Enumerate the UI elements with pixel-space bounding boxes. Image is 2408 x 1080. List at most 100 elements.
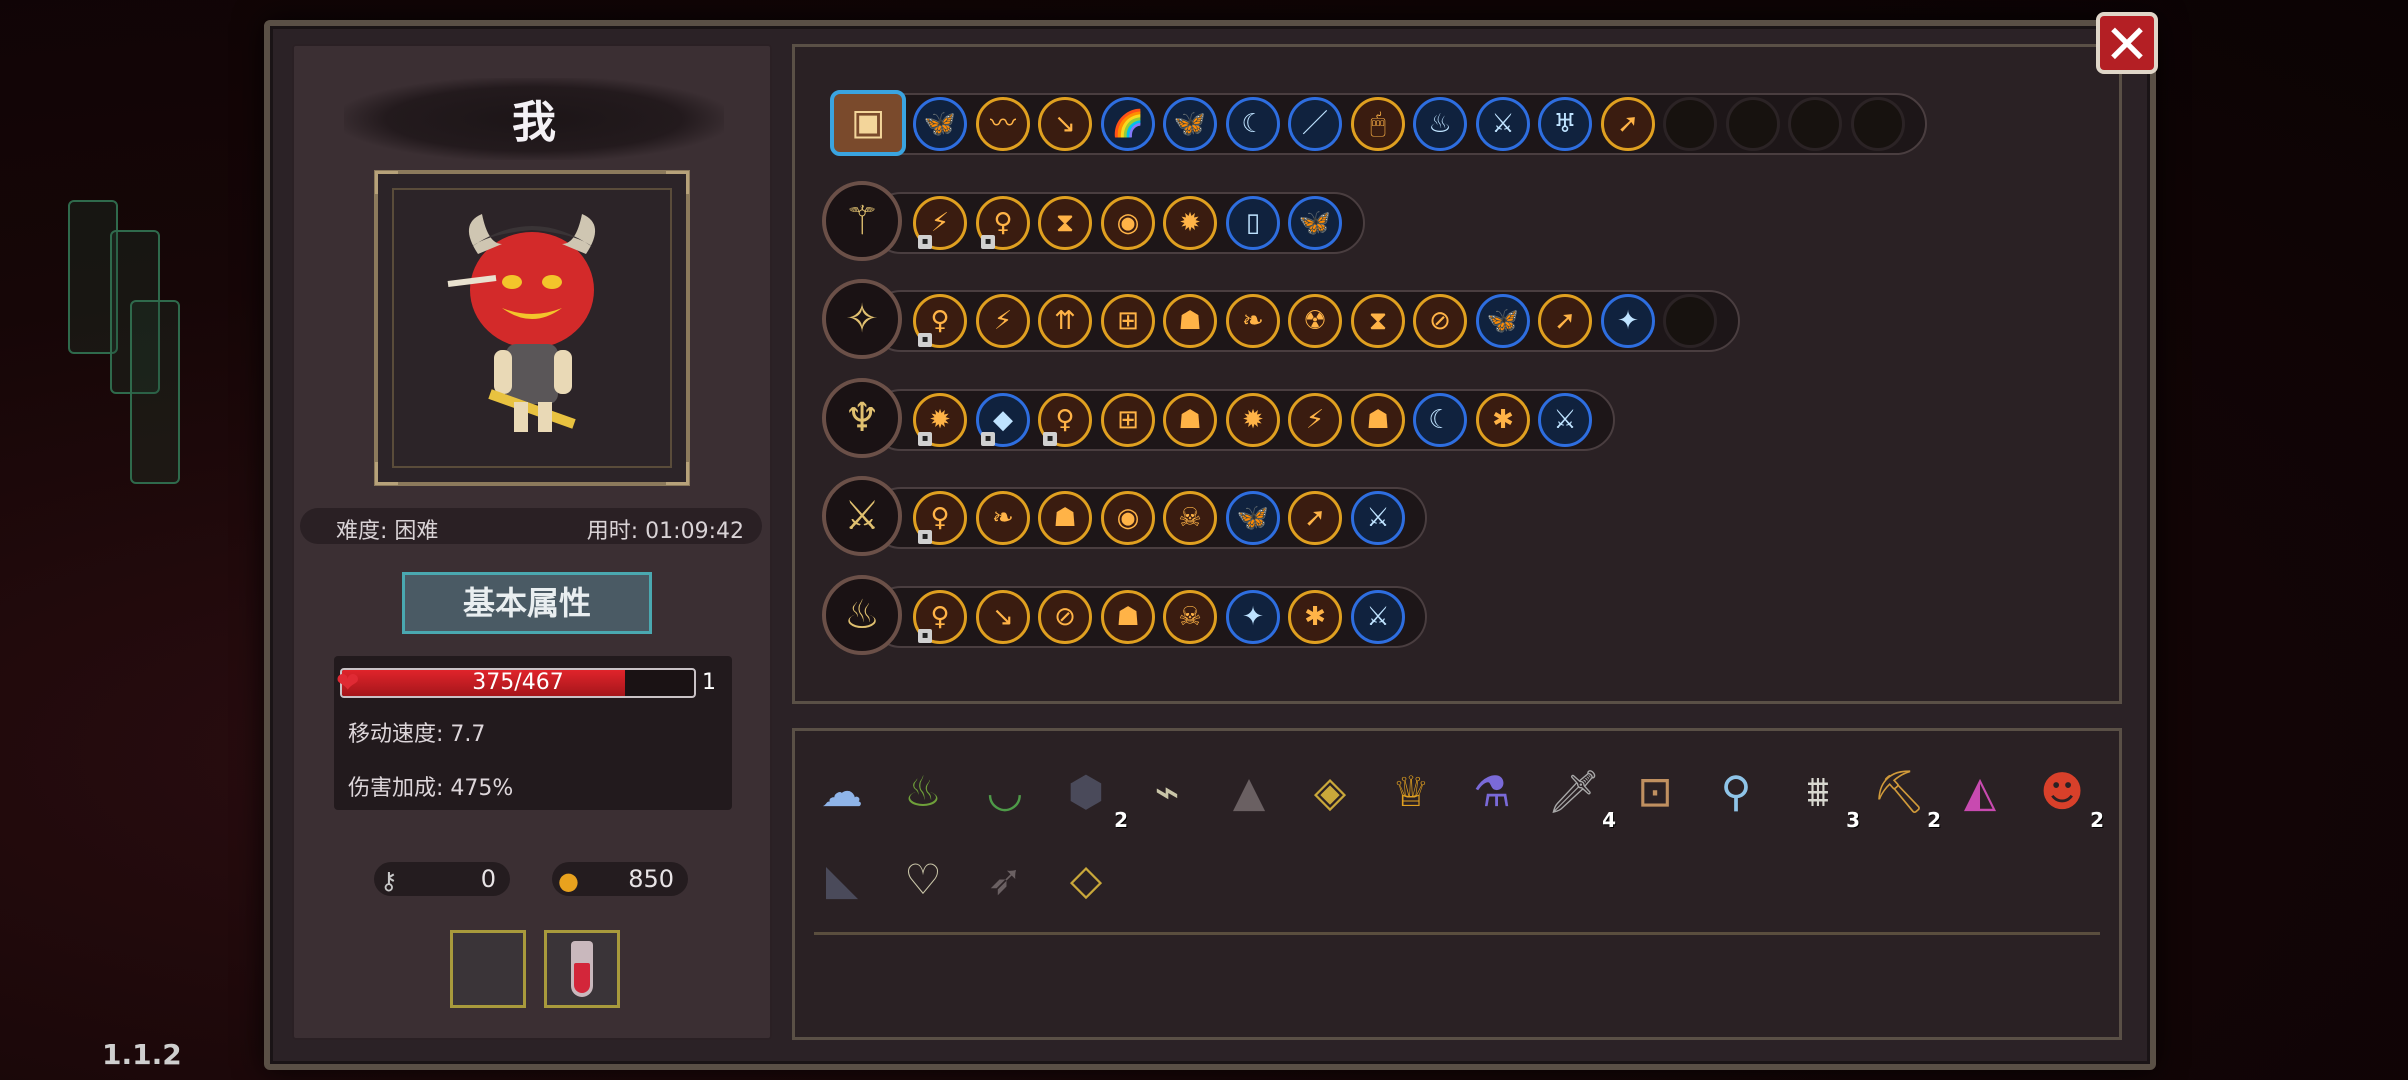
gem-icon[interactable]: ⚔	[1538, 393, 1592, 447]
belt-item-icon[interactable]: ◡	[973, 760, 1037, 824]
item-glyph: ⚗	[1473, 767, 1511, 816]
purple-boot-item-icon[interactable]: ◣	[810, 848, 874, 912]
item-glyph: ⌁	[1154, 767, 1180, 816]
gem-icon[interactable]: 🦋	[1226, 491, 1280, 545]
gem-icon[interactable]: ➚	[1601, 97, 1655, 151]
gem-icon[interactable]: ♨	[1413, 97, 1467, 151]
chest-icon[interactable]: ▣	[830, 90, 906, 156]
gem-icon[interactable]: ✹	[1226, 393, 1280, 447]
orb-item-icon[interactable]: ⬢ 2	[1054, 760, 1128, 830]
gem-icon[interactable]: 🦋	[1288, 196, 1342, 250]
gem-icon[interactable]: ♀ ▪	[976, 196, 1030, 250]
gem-icon[interactable]: 🦋	[1163, 97, 1217, 151]
scepter-icon[interactable]: ♆	[822, 378, 902, 458]
wand-icon[interactable]: ✧	[822, 279, 902, 359]
amulet-item-icon[interactable]: ♡	[891, 848, 955, 912]
gem-icon[interactable]: ✱	[1476, 393, 1530, 447]
gem-icon[interactable]: ☗	[1163, 393, 1217, 447]
tab-basic-attributes[interactable]: 基本属性	[402, 572, 652, 634]
gem-icon[interactable]: ☢	[1288, 294, 1342, 348]
empty-gem-slot[interactable]	[1851, 97, 1905, 151]
gem-icon[interactable]: ⊞	[1101, 393, 1155, 447]
gem-icon[interactable]: ♀ ▪	[913, 294, 967, 348]
gem-icon[interactable]: ◆ ▪	[976, 393, 1030, 447]
empty-gem-slot[interactable]	[1788, 97, 1842, 151]
gem-icon[interactable]: ☾	[1226, 97, 1280, 151]
gem-icon[interactable]: ⊘	[1038, 590, 1092, 644]
item-glyph: ⩩	[1806, 767, 1830, 816]
gem-icon[interactable]: ✹	[1163, 196, 1217, 250]
gem-icon[interactable]: ♅	[1538, 97, 1592, 151]
gem-icon[interactable]: ▯	[1226, 196, 1280, 250]
gem-icon[interactable]: ⚡	[1288, 393, 1342, 447]
sword-item-icon[interactable]: 🗡 4	[1542, 760, 1616, 830]
gem-icon[interactable]: ⚔	[1351, 491, 1405, 545]
boot-item-icon[interactable]: ♨	[891, 760, 955, 824]
staff-icon[interactable]: ⚚	[822, 181, 902, 261]
gem-icon[interactable]: ➚	[1288, 491, 1342, 545]
gem-icon[interactable]: ➚	[1538, 294, 1592, 348]
teeth-item-icon[interactable]: ⩩ 3	[1786, 760, 1860, 830]
gem-icon[interactable]: ☾	[1413, 393, 1467, 447]
rainbow-shield-item-icon[interactable]: ◭	[1948, 760, 2012, 824]
pickaxe-item-icon[interactable]: ⛏ 2	[1867, 760, 1941, 830]
crystal-item-icon[interactable]: ◇	[1054, 848, 1118, 912]
potion-item-icon[interactable]: ⚗	[1460, 760, 1524, 824]
gem-icon[interactable]: ⚡ ▪	[913, 196, 967, 250]
gem-icon[interactable]: ⊞	[1101, 294, 1155, 348]
lantern-item-icon[interactable]: ⊡	[1623, 760, 1687, 824]
demon-mask-item-icon[interactable]: ☻ 2	[2030, 760, 2104, 830]
close-button[interactable]: ✕	[2096, 12, 2158, 74]
gem-icon[interactable]: 🦋	[1476, 294, 1530, 348]
gem-icon[interactable]: ✱	[1288, 590, 1342, 644]
gem-icon[interactable]: ☗	[1163, 294, 1217, 348]
gem-icon[interactable]: ↘	[976, 590, 1030, 644]
gem-icon[interactable]: ✦	[1226, 590, 1280, 644]
gem-icon[interactable]: ⊘	[1413, 294, 1467, 348]
gem-icon[interactable]: ☗	[1038, 491, 1092, 545]
gem-icon[interactable]: ◉	[1101, 196, 1155, 250]
empty-gem-slot[interactable]	[1726, 97, 1780, 151]
gem-icon[interactable]: ↘	[1038, 97, 1092, 151]
mask-item-icon[interactable]: ☁	[810, 760, 874, 824]
gem-icon[interactable]: ♀ ▪	[913, 590, 967, 644]
gem-icon[interactable]: ♀ ▪	[913, 491, 967, 545]
gem-icon[interactable]: ⧗	[1351, 294, 1405, 348]
gem-icon[interactable]: ☠	[1163, 491, 1217, 545]
arrow-item-icon[interactable]: ➶	[973, 848, 1037, 912]
consumable-slot-empty[interactable]	[450, 930, 526, 1008]
gem-icon[interactable]: ☠	[1163, 590, 1217, 644]
cube-item-icon[interactable]: ◈	[1298, 760, 1362, 824]
consumable-slot-potion[interactable]	[544, 930, 620, 1008]
gem-icon[interactable]: ❧	[976, 491, 1030, 545]
magnifier-item-icon[interactable]: ⚲	[1704, 760, 1768, 824]
gem-icon[interactable]: 🖱	[1351, 97, 1405, 151]
gem-icon[interactable]: ❧	[1226, 294, 1280, 348]
bone-item-icon[interactable]: ⌁	[1135, 760, 1199, 824]
item-glyph: ◈	[1313, 767, 1347, 816]
gem-icon[interactable]: ☗	[1351, 393, 1405, 447]
gem-icon[interactable]: ☗	[1101, 590, 1155, 644]
cloak-item-icon[interactable]: ▲	[1217, 760, 1281, 824]
item-count: 2	[1114, 808, 1128, 832]
gem-icon[interactable]: ♀ ▪	[1038, 393, 1092, 447]
torch-icon[interactable]: ♨	[822, 575, 902, 655]
gem-icon[interactable]: ⚡	[976, 294, 1030, 348]
gem-icon[interactable]: ◉	[1101, 491, 1155, 545]
gem-icon[interactable]: ⚔	[1476, 97, 1530, 151]
gem-icon[interactable]: ⇈	[1038, 294, 1092, 348]
gem-icon[interactable]: ✦	[1601, 294, 1655, 348]
gem-icon[interactable]: ⚔	[1351, 590, 1405, 644]
empty-gem-slot[interactable]	[1663, 294, 1717, 348]
gem-icon[interactable]: ⧗	[1038, 196, 1092, 250]
empty-gem-slot[interactable]	[1663, 97, 1717, 151]
goblet-item-icon[interactable]: ♕	[1379, 760, 1443, 824]
gem-icon[interactable]: ✹ ▪	[913, 393, 967, 447]
item-glyph: 🗡	[1547, 767, 1601, 816]
gem-icon[interactable]: ／	[1288, 97, 1342, 151]
gem-icon[interactable]: 🦋	[913, 97, 967, 151]
gem-icon[interactable]: 〰	[976, 97, 1030, 151]
gem-icon[interactable]: 🌈	[1101, 97, 1155, 151]
character-portrait	[374, 170, 690, 486]
dagger-icon[interactable]: ⚔	[822, 476, 902, 556]
